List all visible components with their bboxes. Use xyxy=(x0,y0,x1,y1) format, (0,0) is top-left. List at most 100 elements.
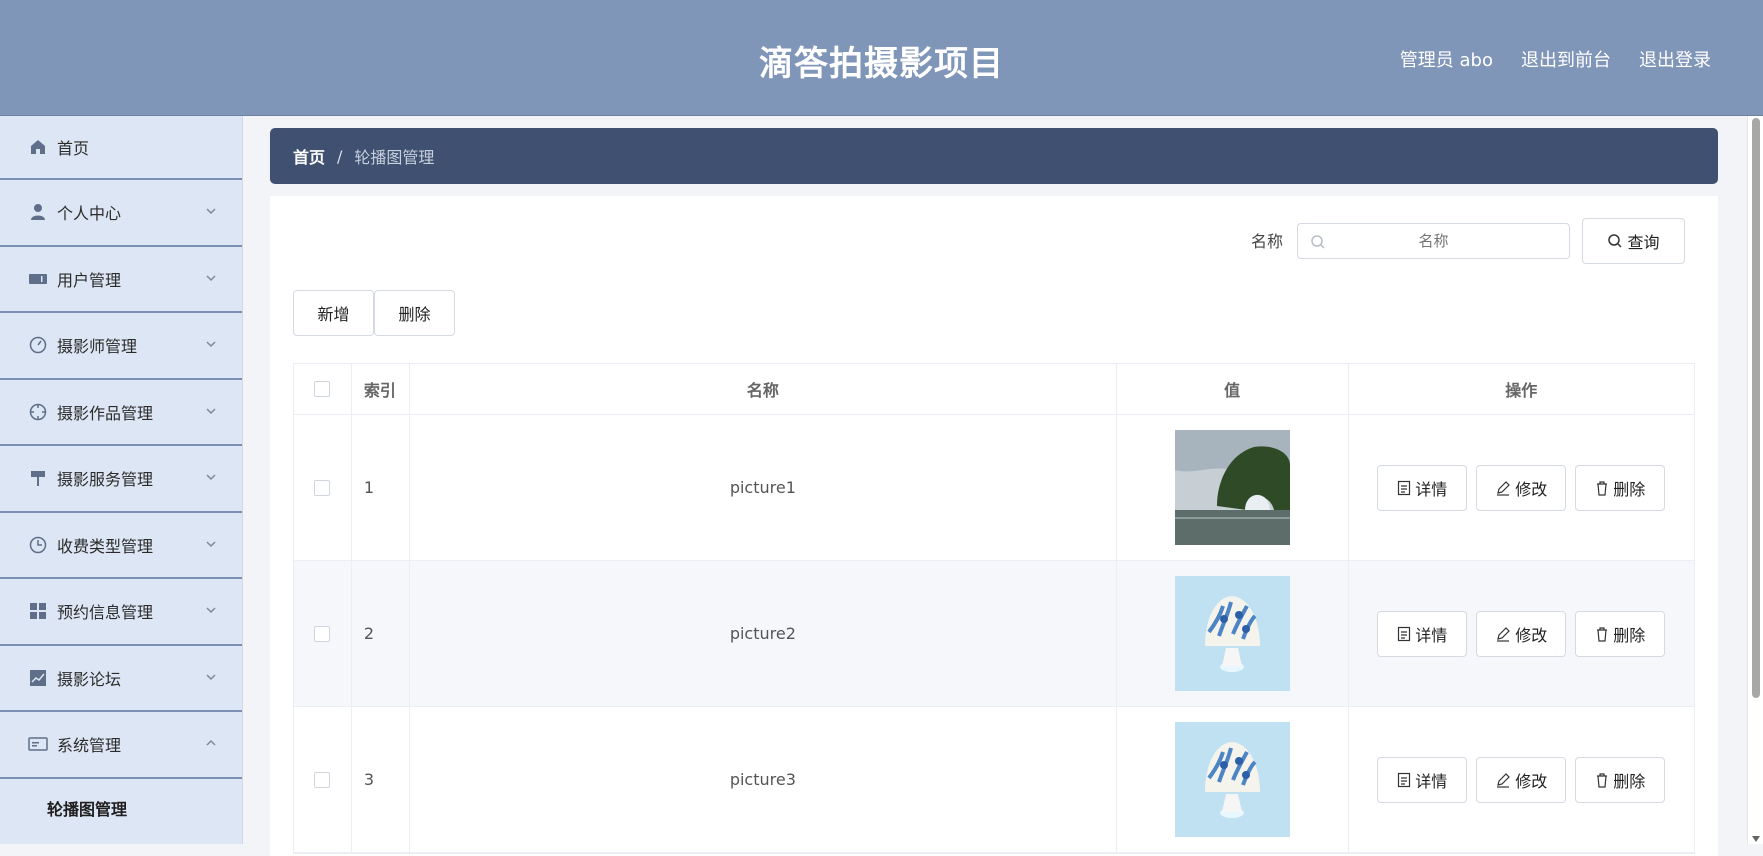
carousel-table: 索引 名称 值 操作 1 picture1 详情 修改 删除 2 picture… xyxy=(293,363,1695,854)
table-row: 1 picture1 详情 修改 删除 xyxy=(294,415,1694,561)
search-input-wrapper xyxy=(1297,223,1570,259)
trash-icon xyxy=(1597,772,1608,788)
sidebar-item-label: 个人中心 xyxy=(57,204,122,224)
admin-user-label: 管理员 abo xyxy=(1399,50,1493,71)
query-button[interactable]: 查询 xyxy=(1582,218,1685,264)
scroll-thumb[interactable] xyxy=(1752,118,1760,698)
sidebar-item-label: 摄影作品管理 xyxy=(57,403,154,423)
delete-button-label: 删除 xyxy=(1613,625,1646,645)
row-checkbox[interactable] xyxy=(314,625,331,642)
sidebar-item-personal-center[interactable]: 个人中心 xyxy=(0,180,242,247)
sidebar-item-label: 用户管理 xyxy=(57,270,122,290)
detail-button-label: 详情 xyxy=(1415,479,1448,499)
table-row: 2 picture2 详情 修改 删除 xyxy=(294,561,1694,707)
top-header: 滴答拍摄影项目 管理员 abo 退出到前台 退出登录 xyxy=(0,0,1763,116)
detail-button-label: 详情 xyxy=(1415,771,1448,791)
detail-button[interactable]: 详情 xyxy=(1377,464,1468,511)
grid-icon xyxy=(28,601,48,621)
document-icon xyxy=(1398,626,1411,641)
sidebar-item-charge-type-management[interactable]: 收费类型管理 xyxy=(0,513,242,579)
sidebar-item-label: 收费类型管理 xyxy=(57,536,154,556)
breadcrumb-current: 轮播图管理 xyxy=(354,148,435,167)
row-name: picture1 xyxy=(410,415,1117,560)
select-all-checkbox[interactable] xyxy=(314,381,331,397)
sidebar-item-system-management[interactable]: 系统管理 xyxy=(0,712,242,779)
chart-icon xyxy=(28,668,48,688)
row-index: 1 xyxy=(352,415,410,560)
detail-button[interactable]: 详情 xyxy=(1377,756,1468,803)
header-name: 名称 xyxy=(410,364,1117,414)
row-name: picture3 xyxy=(410,707,1117,852)
edit-button[interactable]: 修改 xyxy=(1476,610,1567,657)
content-panel: 名称 查询 新增 删除 索引 名称 值 操作 1 xyxy=(270,196,1718,856)
header-index: 索引 xyxy=(352,364,410,414)
chevron-down-icon xyxy=(206,341,216,348)
elephant-trunk-hill-photo xyxy=(1174,430,1290,545)
chevron-up-icon xyxy=(206,739,216,746)
delete-button-label: 删除 xyxy=(1613,479,1646,499)
sidebar-item-booking-management[interactable]: 预约信息管理 xyxy=(0,579,242,646)
chevron-down-icon xyxy=(206,274,216,281)
sidebar-item-service-management[interactable]: 摄影服务管理 xyxy=(0,446,242,513)
detail-button-label: 详情 xyxy=(1415,625,1448,645)
sidebar-item-home[interactable]: 首页 xyxy=(0,116,242,180)
logout-link[interactable]: 退出登录 xyxy=(1639,46,1711,72)
search-label: 名称 xyxy=(1251,232,1284,251)
edit-button-label: 修改 xyxy=(1515,771,1548,791)
sidebar-subitem-carousel-management[interactable]: 轮播图管理 xyxy=(0,778,242,837)
detail-button[interactable]: 详情 xyxy=(1377,610,1468,657)
batch-delete-button[interactable]: 删除 xyxy=(374,290,455,336)
row-index: 2 xyxy=(352,561,410,706)
chevron-down-icon xyxy=(206,607,216,614)
paint-roller-icon xyxy=(28,468,48,488)
search-icon xyxy=(1311,235,1325,249)
edit-button-label: 修改 xyxy=(1515,625,1548,645)
document-icon xyxy=(1398,480,1411,495)
row-index: 3 xyxy=(352,707,410,852)
chevron-down-icon xyxy=(206,407,216,414)
scroll-down-icon[interactable] xyxy=(1752,836,1760,842)
row-name: picture2 xyxy=(410,561,1117,706)
trash-icon xyxy=(1597,480,1608,496)
row-checkbox[interactable] xyxy=(314,771,331,788)
edit-icon xyxy=(1497,772,1511,788)
sidebar-item-works-management[interactable]: 摄影作品管理 xyxy=(0,380,242,446)
delete-button[interactable]: 删除 xyxy=(1575,464,1666,511)
back-to-front-link[interactable]: 退出到前台 xyxy=(1521,46,1611,72)
target-icon xyxy=(28,402,48,422)
header-actions: 管理员 abo 退出到前台 退出登录 xyxy=(1400,46,1711,72)
search-input[interactable] xyxy=(1298,224,1569,258)
home-icon xyxy=(28,137,48,157)
add-button[interactable]: 新增 xyxy=(293,290,374,336)
clock-icon xyxy=(28,535,48,555)
card-icon xyxy=(28,734,48,754)
search-icon xyxy=(1608,234,1623,248)
chevron-down-icon xyxy=(206,673,216,680)
sidebar-item-user-management[interactable]: 用户管理 xyxy=(0,247,242,313)
sidebar-item-label: 摄影服务管理 xyxy=(57,470,154,490)
document-icon xyxy=(1398,772,1411,787)
edit-button[interactable]: 修改 xyxy=(1476,756,1567,803)
sidebar-item-label: 摄影师管理 xyxy=(57,337,138,357)
breadcrumb: 首页 / 轮播图管理 xyxy=(270,128,1718,184)
delete-button[interactable]: 删除 xyxy=(1575,756,1666,803)
chevron-down-icon xyxy=(206,474,216,481)
query-button-label: 查询 xyxy=(1627,233,1660,252)
delete-button-label: 删除 xyxy=(1613,771,1646,791)
chevron-down-icon xyxy=(206,540,216,547)
breadcrumb-separator: / xyxy=(337,146,343,166)
row-checkbox[interactable] xyxy=(314,479,331,496)
edit-icon xyxy=(1497,480,1511,496)
user-icon xyxy=(28,202,48,222)
gauge-icon xyxy=(28,335,48,355)
sidebar-item-photographer-management[interactable]: 摄影师管理 xyxy=(0,313,242,380)
table-row: 3 picture3 详情 修改 删除 xyxy=(294,707,1694,853)
blue-white-dessert-photo xyxy=(1174,722,1290,837)
delete-button[interactable]: 删除 xyxy=(1575,610,1666,657)
edit-button-label: 修改 xyxy=(1515,479,1548,499)
breadcrumb-home[interactable]: 首页 xyxy=(293,144,325,168)
vertical-scrollbar[interactable] xyxy=(1747,116,1763,844)
main-content: 首页 / 轮播图管理 名称 查询 新增 删除 索引 名称 值 操作 xyxy=(270,128,1718,856)
edit-button[interactable]: 修改 xyxy=(1476,464,1567,511)
sidebar-item-forum[interactable]: 摄影论坛 xyxy=(0,646,242,712)
